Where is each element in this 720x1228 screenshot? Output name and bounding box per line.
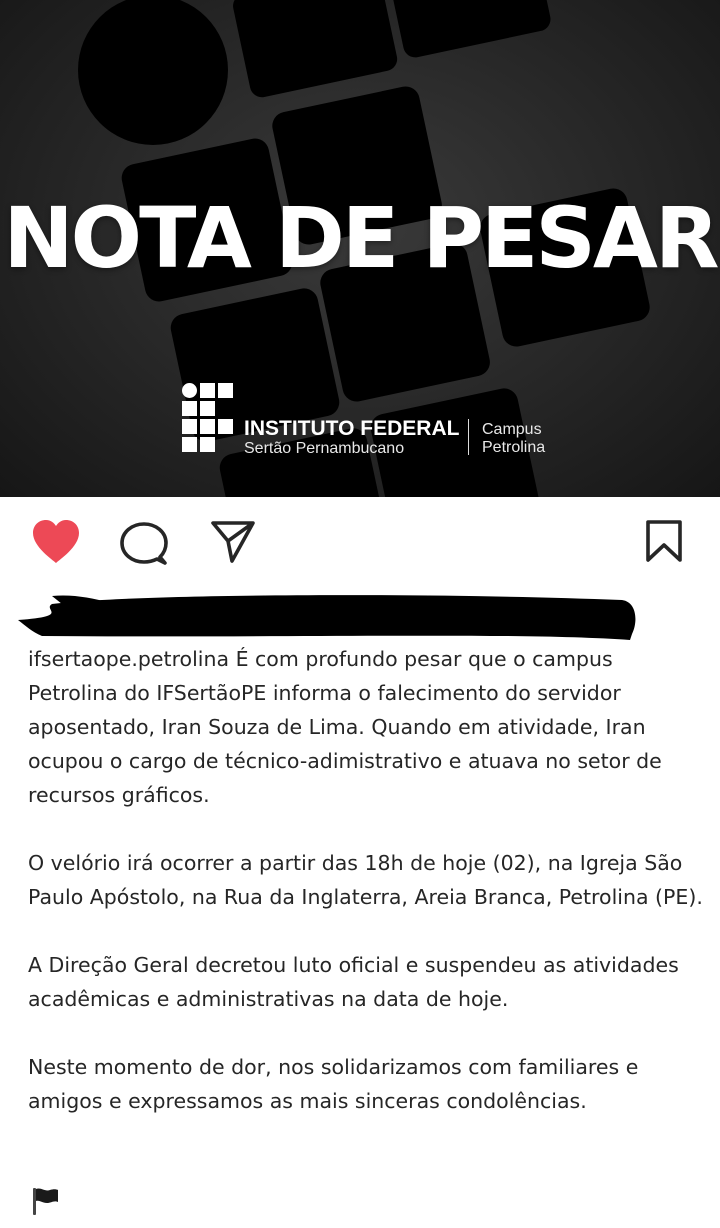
caption-paragraph-3: A Direção Geral decretou luto oficial e … <box>28 953 679 1011</box>
caption-paragraph-4: Neste momento de dor, nos solidarizamos … <box>28 1055 639 1113</box>
post-image[interactable]: NOTA DE PESAR INSTITUTO FEDERAL Sertão P… <box>0 0 720 497</box>
logo-campus-line1: Campus <box>482 421 542 438</box>
black-flag-icon <box>33 1188 58 1215</box>
action-bar <box>0 497 720 592</box>
comment-bubble-icon[interactable] <box>120 521 168 567</box>
caption-paragraph-2: O velório irá ocorrer a partir das 18h d… <box>28 851 703 909</box>
caption-username[interactable]: ifsertaope.petrolina <box>28 647 229 671</box>
bookmark-icon[interactable] <box>645 519 683 563</box>
logo-name: INSTITUTO FEDERAL <box>244 417 460 440</box>
post-caption: ifsertaope.petrolina É com profundo pesa… <box>28 642 708 1152</box>
heart-filled-icon[interactable] <box>31 519 81 565</box>
logo-campus: Campus Petrolina <box>482 421 582 457</box>
logo-subtitle: Sertão Pernambucano <box>244 440 405 457</box>
caption-paragraph-1: ifsertaope.petrolina É com profundo pesa… <box>28 642 708 812</box>
redaction-mark <box>18 595 636 640</box>
headline: NOTA DE PESAR <box>3 189 719 287</box>
logo-campus-line2: Petrolina <box>482 439 546 456</box>
caption-paragraph-1-text: É com profundo pesar que o campus Petrol… <box>28 647 662 807</box>
logo-divider <box>468 419 469 455</box>
paper-plane-icon[interactable] <box>210 520 256 564</box>
